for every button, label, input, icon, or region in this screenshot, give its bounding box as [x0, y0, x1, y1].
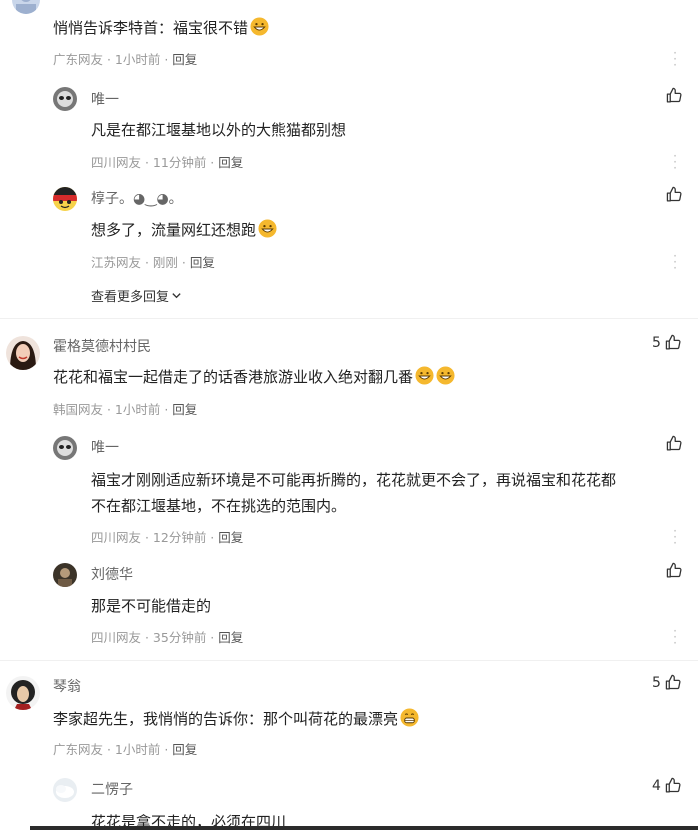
reply-text: 花花是拿不走的，必须在四川 — [91, 813, 287, 831]
reply-meta: 四川网友 · 11分钟前 · 回复 — [91, 155, 244, 170]
reply-username[interactable]: 唯一 — [91, 437, 119, 457]
reply-link[interactable]: 回复 — [218, 155, 243, 170]
comment-username[interactable]: 霍格莫德村村民 — [53, 336, 151, 356]
grinning-face-icon — [415, 366, 434, 385]
like-button[interactable]: 5 — [652, 334, 682, 351]
comment-username[interactable]: 琴翁 — [53, 676, 81, 696]
reply-link[interactable]: 回复 — [218, 630, 243, 645]
vertical-dots-icon[interactable]: · · · — [673, 525, 677, 549]
reply-meta: 江苏网友 · 刚刚 · 回复 — [91, 255, 215, 270]
reply-meta: 四川网友 · 35分钟前 · 回复 — [91, 630, 244, 645]
grinning-face-icon — [250, 17, 269, 36]
like-button[interactable]: 4 — [652, 777, 682, 794]
thumbs-up-icon — [666, 435, 682, 451]
chevron-down-icon — [172, 293, 181, 299]
reply-link[interactable]: 回复 — [172, 52, 197, 67]
reply-text-line: 不在都江堰基地，不在挑选的范围内。 — [91, 497, 347, 515]
comment-meta: 广东网友 · 1小时前 · 回复 — [53, 52, 198, 67]
like-count: 5 — [652, 674, 661, 691]
vertical-dots-icon[interactable]: · · · — [673, 625, 677, 649]
comment-meta: 广东网友 · 1小时前 · 回复 — [53, 742, 198, 757]
vertical-dots-icon[interactable]: · · · — [673, 47, 677, 71]
avatar[interactable] — [53, 87, 77, 111]
reply-meta: 四川网友 · 12分钟前 · 回复 — [91, 530, 244, 545]
thumbs-up-icon — [666, 87, 682, 103]
thumbs-up-icon — [665, 777, 681, 793]
avatar[interactable] — [53, 187, 77, 211]
divider — [0, 318, 698, 319]
avatar[interactable] — [53, 563, 77, 587]
avatar[interactable] — [53, 778, 77, 802]
thumbs-up-icon — [665, 334, 681, 350]
comment-text: 花花和福宝一起借走了的话香港旅游业收入绝对翻几番 — [53, 364, 455, 390]
comment-meta: 韩国网友 · 1小时前 · 回复 — [53, 402, 198, 417]
reply-text: 想多了，流量网红还想跑 — [91, 217, 277, 243]
thumbs-up-icon — [666, 186, 682, 202]
divider — [0, 660, 698, 661]
like-count: 5 — [652, 334, 661, 351]
reply-link[interactable]: 回复 — [218, 530, 243, 545]
reply-text: 凡是在都江堰基地以外的大熊猫都别想 — [91, 121, 347, 139]
comment-text: 李家超先生，我悄悄的告诉你：那个叫荷花的最漂亮 — [53, 706, 419, 732]
avatar[interactable] — [53, 436, 77, 460]
reply-text: 那是不可能借走的 — [91, 597, 212, 615]
like-button[interactable] — [666, 87, 683, 104]
grimacing-face-icon — [400, 708, 419, 727]
like-button[interactable] — [666, 562, 683, 579]
reply-text: 福宝才刚刚适应新环境是不可能再折腾的，花花就更不会了，再说福宝和花花都 不在都江… — [91, 467, 681, 519]
reply-username[interactable]: 椁子。◕‿◕。 — [91, 188, 183, 208]
avatar[interactable] — [6, 336, 40, 370]
reply-link[interactable]: 回复 — [172, 402, 197, 417]
reply-link[interactable]: 回复 — [172, 742, 197, 757]
reply-username[interactable]: 唯一 — [91, 89, 119, 109]
reply-text-line: 福宝才刚刚适应新环境是不可能再折腾的，花花就更不会了，再说福宝和花花都 — [91, 471, 617, 489]
like-button[interactable]: 5 — [652, 674, 682, 691]
avatar[interactable] — [12, 0, 40, 14]
bottom-bar — [30, 826, 698, 830]
grinning-face-icon — [258, 219, 277, 238]
view-more-replies-button[interactable]: 查看更多回复 — [91, 286, 182, 305]
reply-link[interactable]: 回复 — [190, 255, 215, 270]
vertical-dots-icon[interactable]: · · · — [673, 150, 677, 174]
vertical-dots-icon[interactable]: · · · — [673, 250, 677, 274]
reply-username[interactable]: 二愣子 — [91, 779, 133, 799]
thumbs-up-icon — [666, 562, 682, 578]
reply-username[interactable]: 刘德华 — [91, 564, 133, 584]
comment-text: 悄悄告诉李特首：福宝很不错 — [53, 15, 269, 41]
avatar[interactable] — [6, 676, 40, 710]
thumbs-up-icon — [665, 674, 681, 690]
like-button[interactable] — [666, 435, 683, 452]
like-count: 4 — [652, 777, 661, 794]
grinning-face-icon — [436, 366, 455, 385]
like-button[interactable] — [666, 186, 683, 203]
